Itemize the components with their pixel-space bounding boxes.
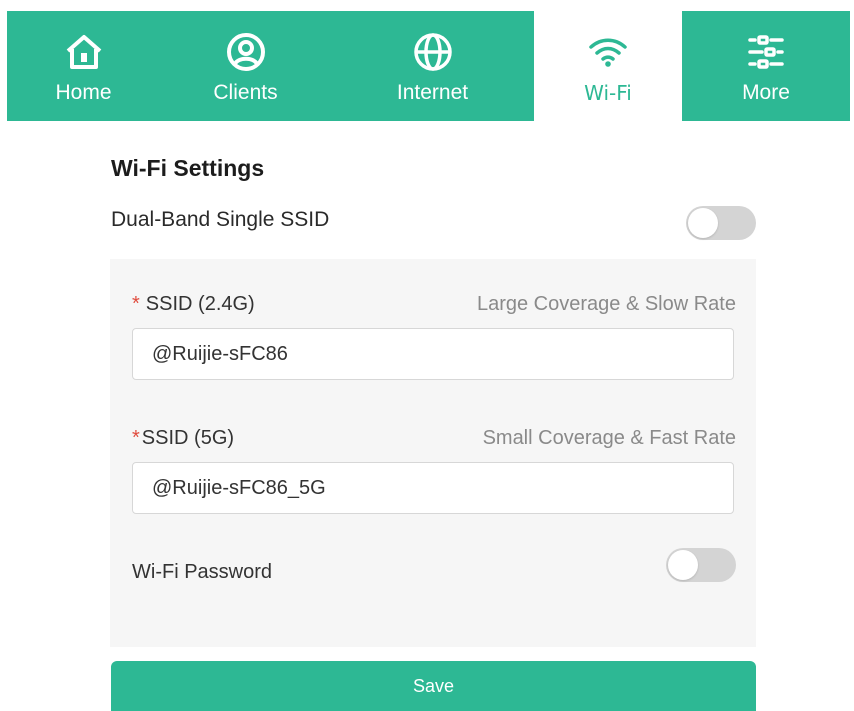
tab-internet-label: Internet xyxy=(396,81,469,104)
dual-band-label: Dual-Band Single SSID xyxy=(111,208,330,231)
top-navigation: Home Clients Internet Wi-Fi More xyxy=(7,11,850,121)
ssid-5-hint: Small Coverage & Fast Rate xyxy=(482,427,736,449)
wifi-password-label: Wi-Fi Password xyxy=(132,561,273,583)
tab-more[interactable]: More xyxy=(682,11,850,121)
required-mark: * xyxy=(132,293,140,315)
ssid-24-input[interactable] xyxy=(132,328,734,380)
tab-clients[interactable]: Clients xyxy=(160,11,331,121)
ssid-settings-panel xyxy=(110,259,756,647)
wifi-icon xyxy=(586,29,630,75)
ssid-24-label-text: SSID (2.4G) xyxy=(145,293,255,315)
ssid-5-input[interactable] xyxy=(132,462,734,514)
home-icon xyxy=(62,29,106,75)
tab-wifi-label: Wi-Fi xyxy=(584,81,632,105)
page-title: Wi-Fi Settings xyxy=(111,155,265,181)
ssid-24-hint: Large Coverage & Slow Rate xyxy=(476,293,736,315)
save-button[interactable]: Save xyxy=(111,661,756,711)
tab-home[interactable]: Home xyxy=(7,11,160,121)
ssid-5-label-text: SSID (5G) xyxy=(141,427,235,449)
user-circle-icon xyxy=(224,29,268,75)
tab-more-label: More xyxy=(742,81,790,104)
required-mark: * xyxy=(132,427,140,449)
tab-home-label: Home xyxy=(55,81,112,104)
wifi-password-toggle[interactable] xyxy=(666,548,736,582)
tab-internet[interactable]: Internet xyxy=(331,11,534,121)
toggle-knob xyxy=(668,550,698,580)
tab-wifi[interactable]: Wi-Fi xyxy=(534,11,682,121)
dual-band-toggle[interactable] xyxy=(686,206,756,240)
toggle-knob xyxy=(688,208,718,238)
ssid-5-label: * SSID (5G) xyxy=(132,427,234,450)
ssid-24-label: * SSID (2.4G) xyxy=(132,293,255,316)
sliders-icon xyxy=(744,29,788,75)
tab-clients-label: Clients xyxy=(213,81,278,104)
globe-icon xyxy=(411,29,455,75)
